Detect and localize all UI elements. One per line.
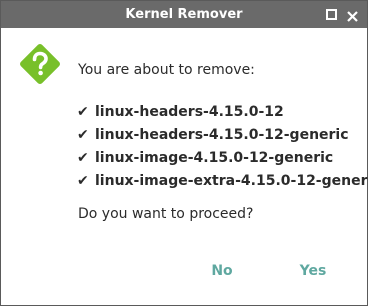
yes-button[interactable]: Yes (289, 257, 337, 285)
maximize-icon (326, 9, 337, 20)
package-name: linux-image-extra-4.15.0-12-generic (95, 173, 368, 189)
check-icon: ✔ (77, 104, 89, 120)
list-item: ✔ linux-image-extra-4.15.0-12-generic (77, 170, 368, 193)
list-item: ✔ linux-headers-4.15.0-12-generic (77, 124, 368, 147)
no-button[interactable]: No (201, 257, 243, 285)
confirm-message: You are about to remove: (78, 62, 255, 78)
list-item: ✔ linux-headers-4.15.0-12 (77, 101, 368, 124)
package-name: linux-headers-4.15.0-12 (95, 104, 284, 120)
check-icon: ✔ (77, 127, 89, 143)
list-item: ✔ linux-image-4.15.0-12-generic (77, 147, 368, 170)
package-list: ✔ linux-headers-4.15.0-12 ✔ linux-headers-… (77, 101, 368, 193)
close-icon (347, 11, 358, 22)
check-icon: ✔ (77, 150, 89, 166)
dialog-window: Kernel Remover You are about to remove: … (0, 0, 368, 306)
check-icon: ✔ (77, 173, 89, 189)
window-title: Kernel Remover (125, 7, 243, 22)
package-name: linux-image-4.15.0-12-generic (95, 150, 334, 166)
proceed-question: Do you want to proceed? (78, 206, 254, 222)
package-name: linux-headers-4.15.0-12-generic (95, 127, 349, 143)
close-button[interactable] (346, 8, 359, 22)
maximize-button[interactable] (325, 8, 338, 21)
question-icon (20, 44, 60, 84)
titlebar[interactable]: Kernel Remover (1, 1, 367, 28)
